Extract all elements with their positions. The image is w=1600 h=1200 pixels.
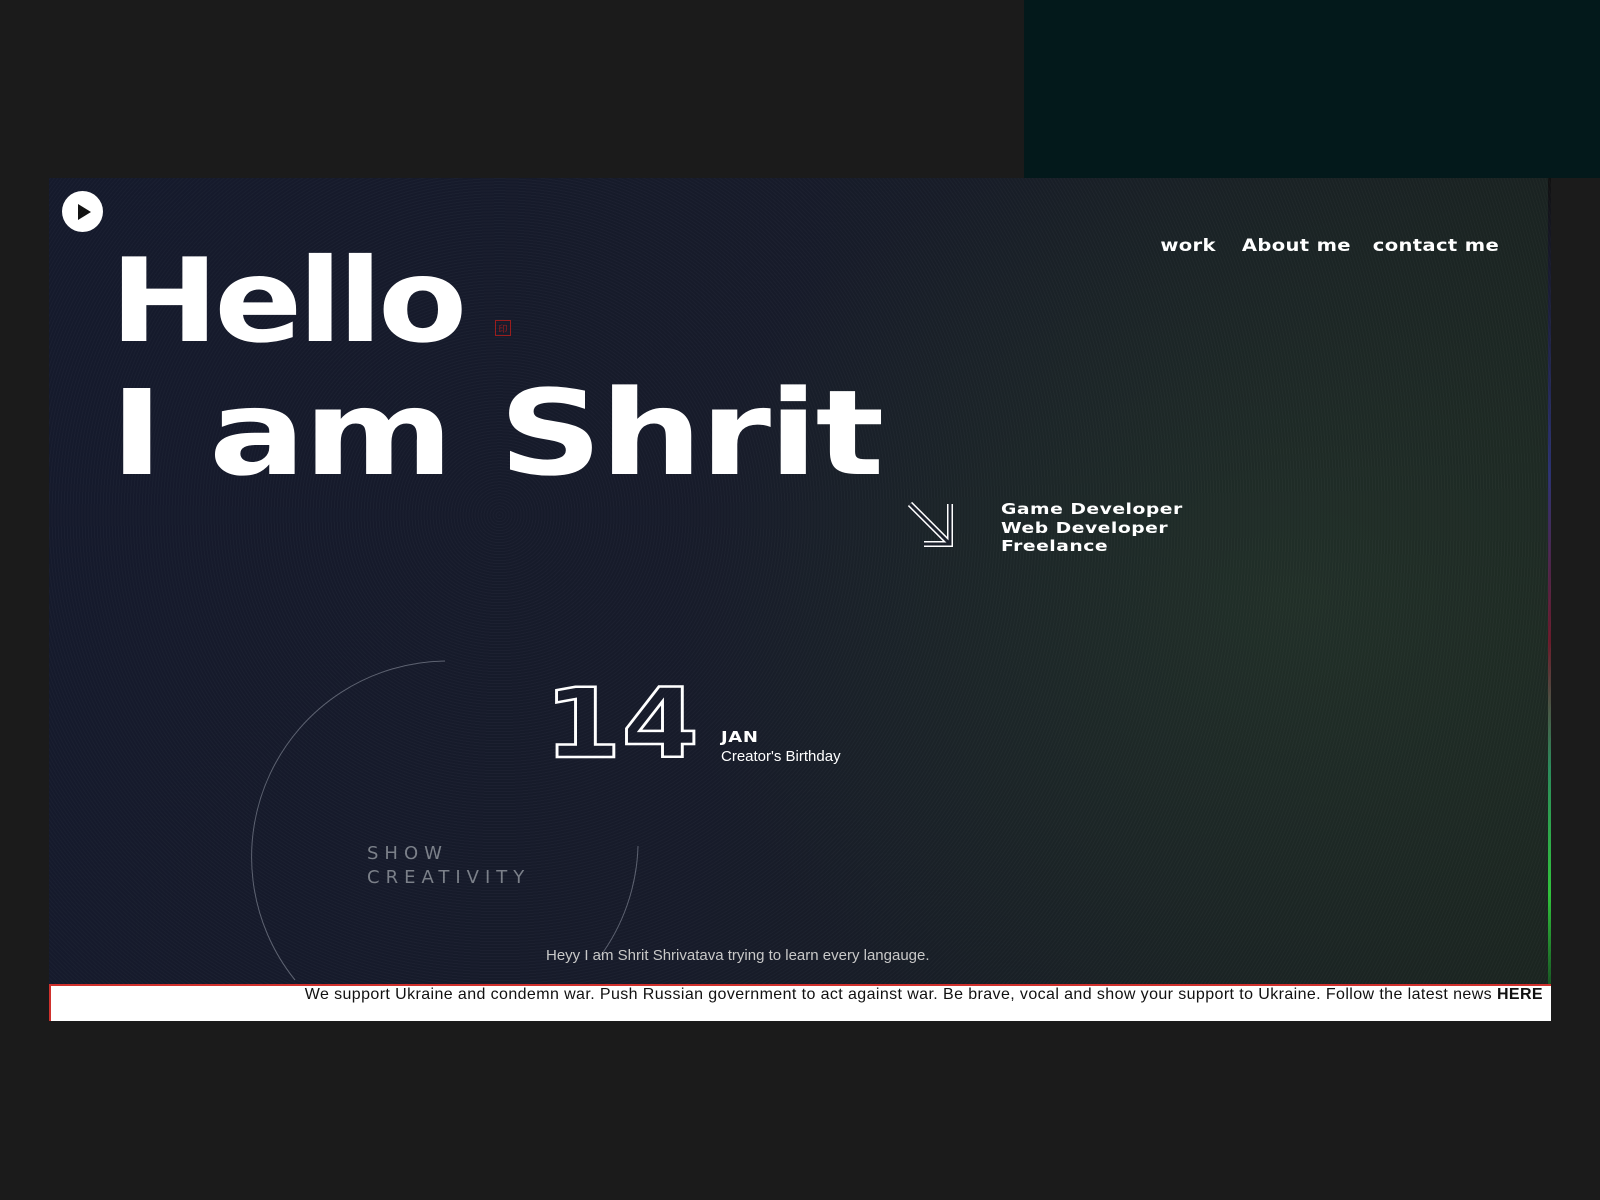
main-nav: work About me contact me [1160,236,1498,256]
tagline-line: SHOW [367,843,448,864]
intro-text: Heyy I am Shrit Shrivatava trying to lea… [546,947,930,964]
tagline: SHOW CREATIVITY [367,842,530,890]
arrow-down-right-icon [907,501,953,547]
banner-link[interactable]: HERE [1497,986,1543,1003]
hero-greeting: Hello [110,234,467,369]
seal-icon: 印 [495,320,511,336]
ukraine-banner: We support Ukraine and condemn war. Push… [49,984,1551,1021]
role-item: Game Developer [1001,500,1183,518]
banner-message: We support Ukraine and condemn war. Push… [103,986,1543,1003]
roles-list: Game Developer Web Developer Freelance [1001,500,1182,556]
nav-about[interactable]: About me [1242,236,1351,256]
role-item: Web Developer [1001,518,1169,537]
role-item: Freelance [1001,537,1109,555]
tagline-line: CREATIVITY [367,867,531,888]
edge-glow [1548,178,1551,1021]
date-day: 14 [544,683,700,763]
background-block [1024,0,1600,178]
hero-section: work About me contact me Hello 印 I am Sh… [49,178,1551,1021]
nav-contact[interactable]: contact me [1373,236,1499,256]
play-button[interactable] [62,191,103,232]
play-icon [78,203,91,220]
date-caption: Creator's Birthday [721,748,841,765]
svg-text:14: 14 [544,683,699,763]
banner-text: We support Ukraine and condemn war. Push… [304,986,1493,1003]
hero-name: I am Shrit [110,364,884,502]
date-month: JAN [721,728,759,746]
nav-work[interactable]: work [1160,236,1216,256]
